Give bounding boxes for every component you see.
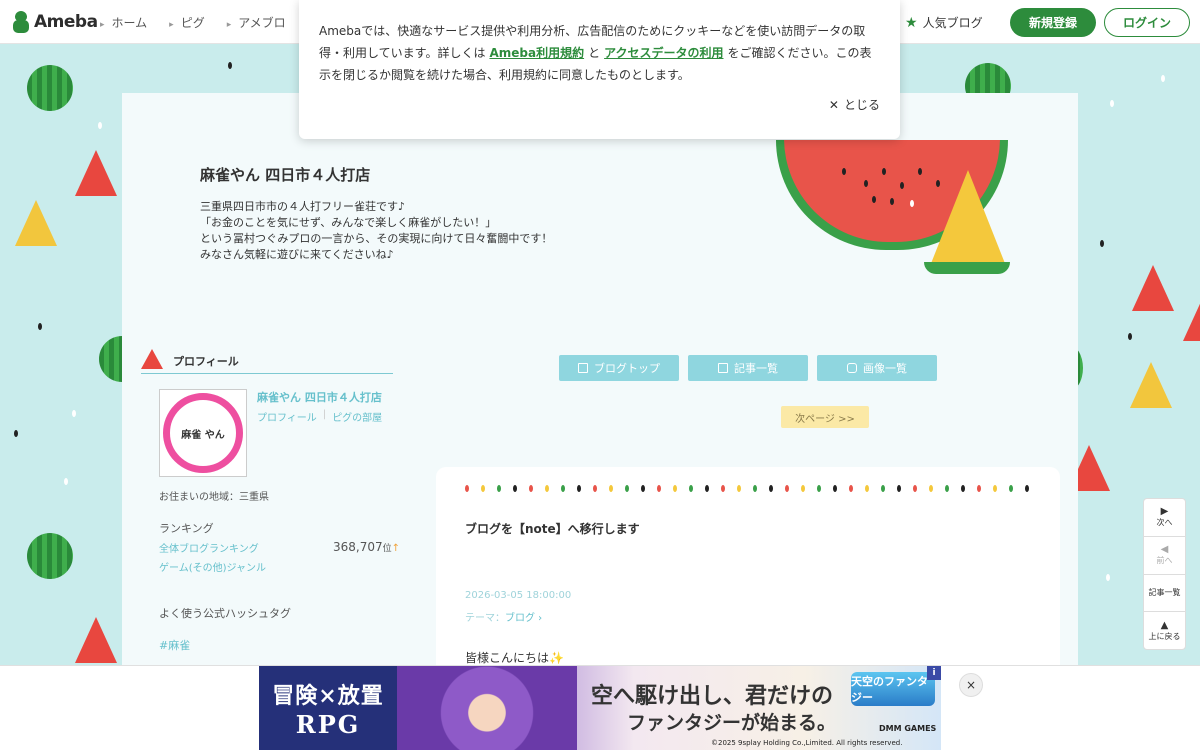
seed-decoration <box>64 478 68 485</box>
side-navigation: ▶ 次へ ◀ 前へ 記事一覧 ▲ 上に戻る <box>1143 498 1186 650</box>
ad-close-button[interactable]: × <box>959 673 983 697</box>
header-yellow-watermelon-illustration <box>930 170 1006 266</box>
watermelon-slice-decoration-icon <box>1183 295 1200 341</box>
seed-decoration <box>1128 333 1132 340</box>
seed-decoration <box>72 410 76 417</box>
camera-icon <box>847 363 857 373</box>
profile-residence: お住まいの地域：三重県 <box>159 492 269 503</box>
next-article-button[interactable]: ▶ 次へ <box>1144 499 1185 537</box>
seed-decoration <box>1100 240 1104 247</box>
header-yellow-watermelon-rind <box>924 262 1010 274</box>
game-advertisement-banner[interactable]: 冒険×放置 RPG 空へ駆け出し、君だけの ファンタジーが始まる。 天空のファン… <box>259 666 941 750</box>
ranking-title: ランキング <box>159 522 214 535</box>
header-nav: ホーム ピグ アメブロ <box>100 14 286 31</box>
article-list-button[interactable]: 記事一覧 <box>688 355 808 381</box>
back-to-top-button[interactable]: ▲ 上に戻る <box>1144 612 1185 649</box>
watermelon-decoration-icon <box>27 65 73 111</box>
avatar-image: 麻雀 やん <box>163 393 243 473</box>
article-body-text: 皆様こんにちは✨ <box>465 651 564 665</box>
profile-name-link[interactable]: 麻雀やん 四日市４人打店 <box>257 389 382 405</box>
access-data-link[interactable]: アクセスデータの利用 <box>604 46 723 60</box>
seed-decoration <box>1161 75 1165 82</box>
dotted-divider <box>465 485 1029 492</box>
play-right-icon: ▶ <box>1160 506 1169 518</box>
popular-blog-link[interactable]: ★ 人気ブログ <box>905 14 983 31</box>
watermelon-icon <box>141 348 163 369</box>
cookie-banner-text: Amebaでは、快適なサービス提供や利用分析、広告配信のためにクッキーなどを使い… <box>319 24 872 82</box>
article-title[interactable]: ブログを【note】へ移行します <box>465 520 640 537</box>
article-theme: テーマ：ブログ › <box>465 613 543 624</box>
profile-links: プロフィール | ピグの部屋 <box>257 409 382 424</box>
divider: | <box>322 409 327 420</box>
side-article-list-button[interactable]: 記事一覧 <box>1144 575 1185 613</box>
signup-button[interactable]: 新規登録 <box>1010 8 1096 37</box>
overall-ranking-link[interactable]: 全体ブログランキング <box>159 540 259 555</box>
nav-ameblo-link[interactable]: アメブロ <box>227 14 285 31</box>
theme-link[interactable]: ブログ <box>505 613 535 624</box>
ad-left-panel: 冒険×放置 RPG <box>259 666 397 750</box>
arrow-up-icon: ▲ <box>1160 619 1169 631</box>
blog-description: 三重県四日市市の４人打フリー雀荘です♪ 「お金のことを気にせず、みんなで楽しく麻… <box>200 200 553 261</box>
star-icon: ★ <box>905 14 918 31</box>
seed-decoration <box>228 62 232 69</box>
profile-avatar[interactable]: 麻雀 やん <box>159 389 247 477</box>
login-button[interactable]: ログイン <box>1104 8 1190 37</box>
bottom-ad-bar: 冒険×放置 RPG 空へ駆け出し、君だけの ファンタジーが始まる。 天空のファン… <box>0 665 1200 750</box>
prev-article-button[interactable]: ◀ 前へ <box>1144 537 1185 575</box>
terms-of-use-link[interactable]: Ameba利用規約 <box>489 46 584 60</box>
seed-decoration <box>1110 100 1114 107</box>
nav-pigg-link[interactable]: ピグ <box>169 14 205 31</box>
seed-decoration <box>1106 574 1110 581</box>
ranking-value: 368,707位↑ <box>333 540 401 554</box>
seed-decoration <box>14 430 18 437</box>
play-left-icon: ◀ <box>1160 544 1169 556</box>
rank-up-arrow-icon: ↑ <box>391 543 401 554</box>
blog-title[interactable]: 麻雀やん 四日市４人打店 <box>200 164 370 185</box>
ad-info-icon[interactable]: i <box>927 666 941 680</box>
next-page-button[interactable]: 次ページ >> <box>781 406 869 428</box>
hashtag-link[interactable]: #麻雀 <box>159 637 190 653</box>
close-icon: ✕ <box>828 97 839 112</box>
ad-game-logo: 天空のファンタジー <box>851 672 935 706</box>
seed-decoration <box>98 122 102 129</box>
seed-decoration <box>38 323 42 330</box>
genre-ranking-link[interactable]: ゲーム(その他)ジャンル <box>159 559 266 574</box>
watermelon-slice-decoration-icon <box>75 150 117 196</box>
hashtag-title: よく使う公式ハッシュタグ <box>159 607 291 620</box>
ad-character-image <box>397 666 577 750</box>
article-card <box>436 467 1060 667</box>
ameba-logo[interactable]: Ameba <box>12 11 98 33</box>
nav-home-link[interactable]: ホーム <box>100 14 148 31</box>
watermelon-slice-decoration-icon <box>1132 265 1174 311</box>
cookie-consent-banner: Amebaでは、快適なサービス提供や利用分析、広告配信のためにクッキーなどを使い… <box>299 0 900 139</box>
ad-copyright: ©2025 9splay Holding Co.,Limited. All ri… <box>711 739 903 747</box>
ad-headline: 空へ駆け出し、君だけの <box>591 683 834 709</box>
ameba-logo-icon <box>12 11 30 33</box>
profile-link[interactable]: プロフィール <box>257 409 317 424</box>
article-date: 2026-03-05 18:00:00 <box>465 590 572 601</box>
blog-top-button[interactable]: ブログトップ <box>559 355 679 381</box>
yellow-watermelon-decoration-icon <box>1130 362 1172 408</box>
profile-heading: プロフィール <box>141 348 393 374</box>
ad-brand: DMM GAMES <box>879 724 937 733</box>
ad-subheadline: ファンタジーが始まる。 <box>627 712 837 734</box>
pigg-room-link[interactable]: ピグの部屋 <box>332 409 382 424</box>
copy-icon <box>718 363 728 373</box>
cookie-close-button[interactable]: ✕ とじる <box>829 96 880 113</box>
calendar-icon <box>578 363 588 373</box>
yellow-watermelon-decoration-icon <box>15 200 57 246</box>
watermelon-slice-decoration-icon <box>75 617 117 663</box>
watermelon-decoration-icon <box>27 533 73 579</box>
image-list-button[interactable]: 画像一覧 <box>817 355 937 381</box>
sparkle-icon: ✨ <box>549 651 564 665</box>
